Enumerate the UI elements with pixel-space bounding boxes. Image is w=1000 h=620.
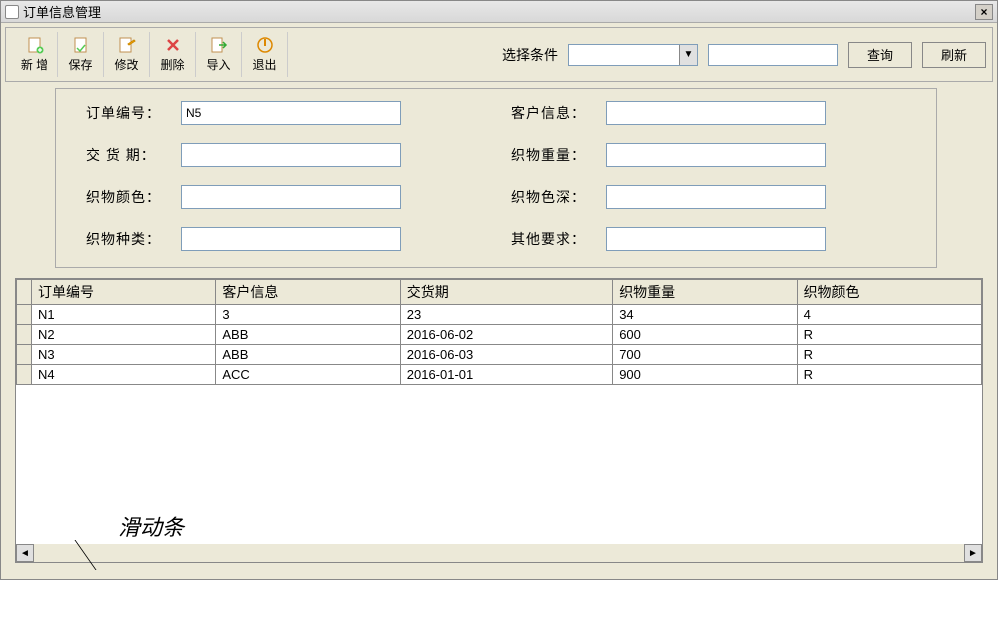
modify-label: 修改 [114,56,138,73]
add-icon [25,36,45,54]
customer-label: 客户信息： [511,103,606,123]
type-label: 织物种类： [86,229,181,249]
weight-row: 织物重量： [511,143,906,167]
annotation-label: 滑动条 [118,510,184,542]
cell-order_no[interactable]: N4 [32,365,216,385]
save-icon [71,36,91,54]
import-button[interactable]: 导入 [196,32,242,77]
col-order-no[interactable]: 订单编号 [32,280,216,305]
cell-order_no[interactable]: N3 [32,345,216,365]
col-customer[interactable]: 客户信息 [216,280,400,305]
color-label: 织物颜色： [86,187,181,207]
cell-color[interactable]: R [797,345,981,365]
row-header-cell [17,305,32,325]
cell-order_no[interactable]: N2 [32,325,216,345]
row-header-cell [17,345,32,365]
cell-customer[interactable]: 3 [216,305,400,325]
chevron-down-icon: ▼ [679,45,697,65]
modify-icon [117,36,137,54]
cell-customer[interactable]: ABB [216,325,400,345]
toolbar: 新 增 保存 修改 删除 导入 [5,27,993,82]
refresh-button[interactable]: 刷新 [922,42,986,68]
scroll-right-button[interactable]: ► [964,544,982,562]
delete-button[interactable]: 删除 [150,32,196,77]
color-input[interactable] [181,185,401,209]
customer-row: 客户信息： [511,101,906,125]
filter-combo[interactable]: ▼ [568,44,698,66]
cell-weight[interactable]: 700 [613,345,797,365]
cell-order_no[interactable]: N1 [32,305,216,325]
order-no-label: 订单编号： [86,103,181,123]
exit-label: 退出 [252,56,276,73]
cell-color[interactable]: 4 [797,305,981,325]
cell-delivery[interactable]: 2016-06-02 [400,325,612,345]
close-button[interactable]: × [975,4,993,20]
table-row[interactable]: N1323344 [17,305,982,325]
scroll-left-button[interactable]: ◄ [16,544,34,562]
color-row: 织物颜色： [86,185,481,209]
cell-customer[interactable]: ACC [216,365,400,385]
table-header-row: 订单编号 客户信息 交货期 织物重量 织物颜色 [17,280,982,305]
table-row[interactable]: N4ACC2016-01-01900R [17,365,982,385]
horizontal-scrollbar[interactable]: ◄ ► [16,544,982,562]
filter-area: 选择条件 ▼ 查询 刷新 [502,42,986,68]
cell-color[interactable]: R [797,365,981,385]
customer-input[interactable] [606,101,826,125]
cell-weight[interactable]: 900 [613,365,797,385]
delivery-input[interactable] [181,143,401,167]
cell-color[interactable]: R [797,325,981,345]
order-table: 订单编号 客户信息 交货期 织物重量 织物颜色 N1323344N2ABB201… [16,279,982,385]
modify-button[interactable]: 修改 [104,32,150,77]
import-label: 导入 [206,56,230,73]
row-header-cell [17,325,32,345]
table-row[interactable]: N2ABB2016-06-02600R [17,325,982,345]
col-delivery[interactable]: 交货期 [400,280,612,305]
delete-label: 删除 [160,56,184,73]
exit-button[interactable]: 退出 [242,32,288,77]
other-row: 其他要求： [511,227,906,251]
depth-label: 织物色深： [511,187,606,207]
weight-input[interactable] [606,143,826,167]
cell-weight[interactable]: 600 [613,325,797,345]
order-no-row: 订单编号： [86,101,481,125]
row-header-cell [17,365,32,385]
delete-icon [163,36,183,54]
exit-icon [255,36,275,54]
query-button[interactable]: 查询 [848,42,912,68]
other-label: 其他要求： [511,229,606,249]
type-row: 织物种类： [86,227,481,251]
cell-delivery[interactable]: 23 [400,305,612,325]
window-title: 订单信息管理 [23,2,101,21]
titlebar: 订单信息管理 × [1,1,997,23]
filter-label: 选择条件 [502,45,558,65]
add-button[interactable]: 新 增 [12,32,58,77]
table-row[interactable]: N3ABB2016-06-03700R [17,345,982,365]
weight-label: 织物重量： [511,145,606,165]
cell-delivery[interactable]: 2016-06-03 [400,345,612,365]
save-label: 保存 [68,56,92,73]
cell-delivery[interactable]: 2016-01-01 [400,365,612,385]
depth-input[interactable] [606,185,826,209]
col-weight[interactable]: 织物重量 [613,280,797,305]
delivery-label: 交 货 期： [86,145,181,165]
scroll-track[interactable] [34,544,964,562]
type-input[interactable] [181,227,401,251]
import-icon [209,36,229,54]
filter-input[interactable] [708,44,838,66]
add-label: 新 增 [21,56,48,73]
form-panel: 订单编号： 客户信息： 交 货 期： 织物重量： 织物颜色： 织物色深： 织物种… [55,88,937,268]
close-icon: × [980,6,987,18]
depth-row: 织物色深： [511,185,906,209]
app-window: 订单信息管理 × 新 增 保存 修改 删除 [0,0,998,580]
delivery-row: 交 货 期： [86,143,481,167]
document-icon [5,5,19,19]
cell-customer[interactable]: ABB [216,345,400,365]
cell-weight[interactable]: 34 [613,305,797,325]
save-button[interactable]: 保存 [58,32,104,77]
other-input[interactable] [606,227,826,251]
order-no-input[interactable] [181,101,401,125]
row-header-corner [17,280,32,305]
col-color[interactable]: 织物颜色 [797,280,981,305]
